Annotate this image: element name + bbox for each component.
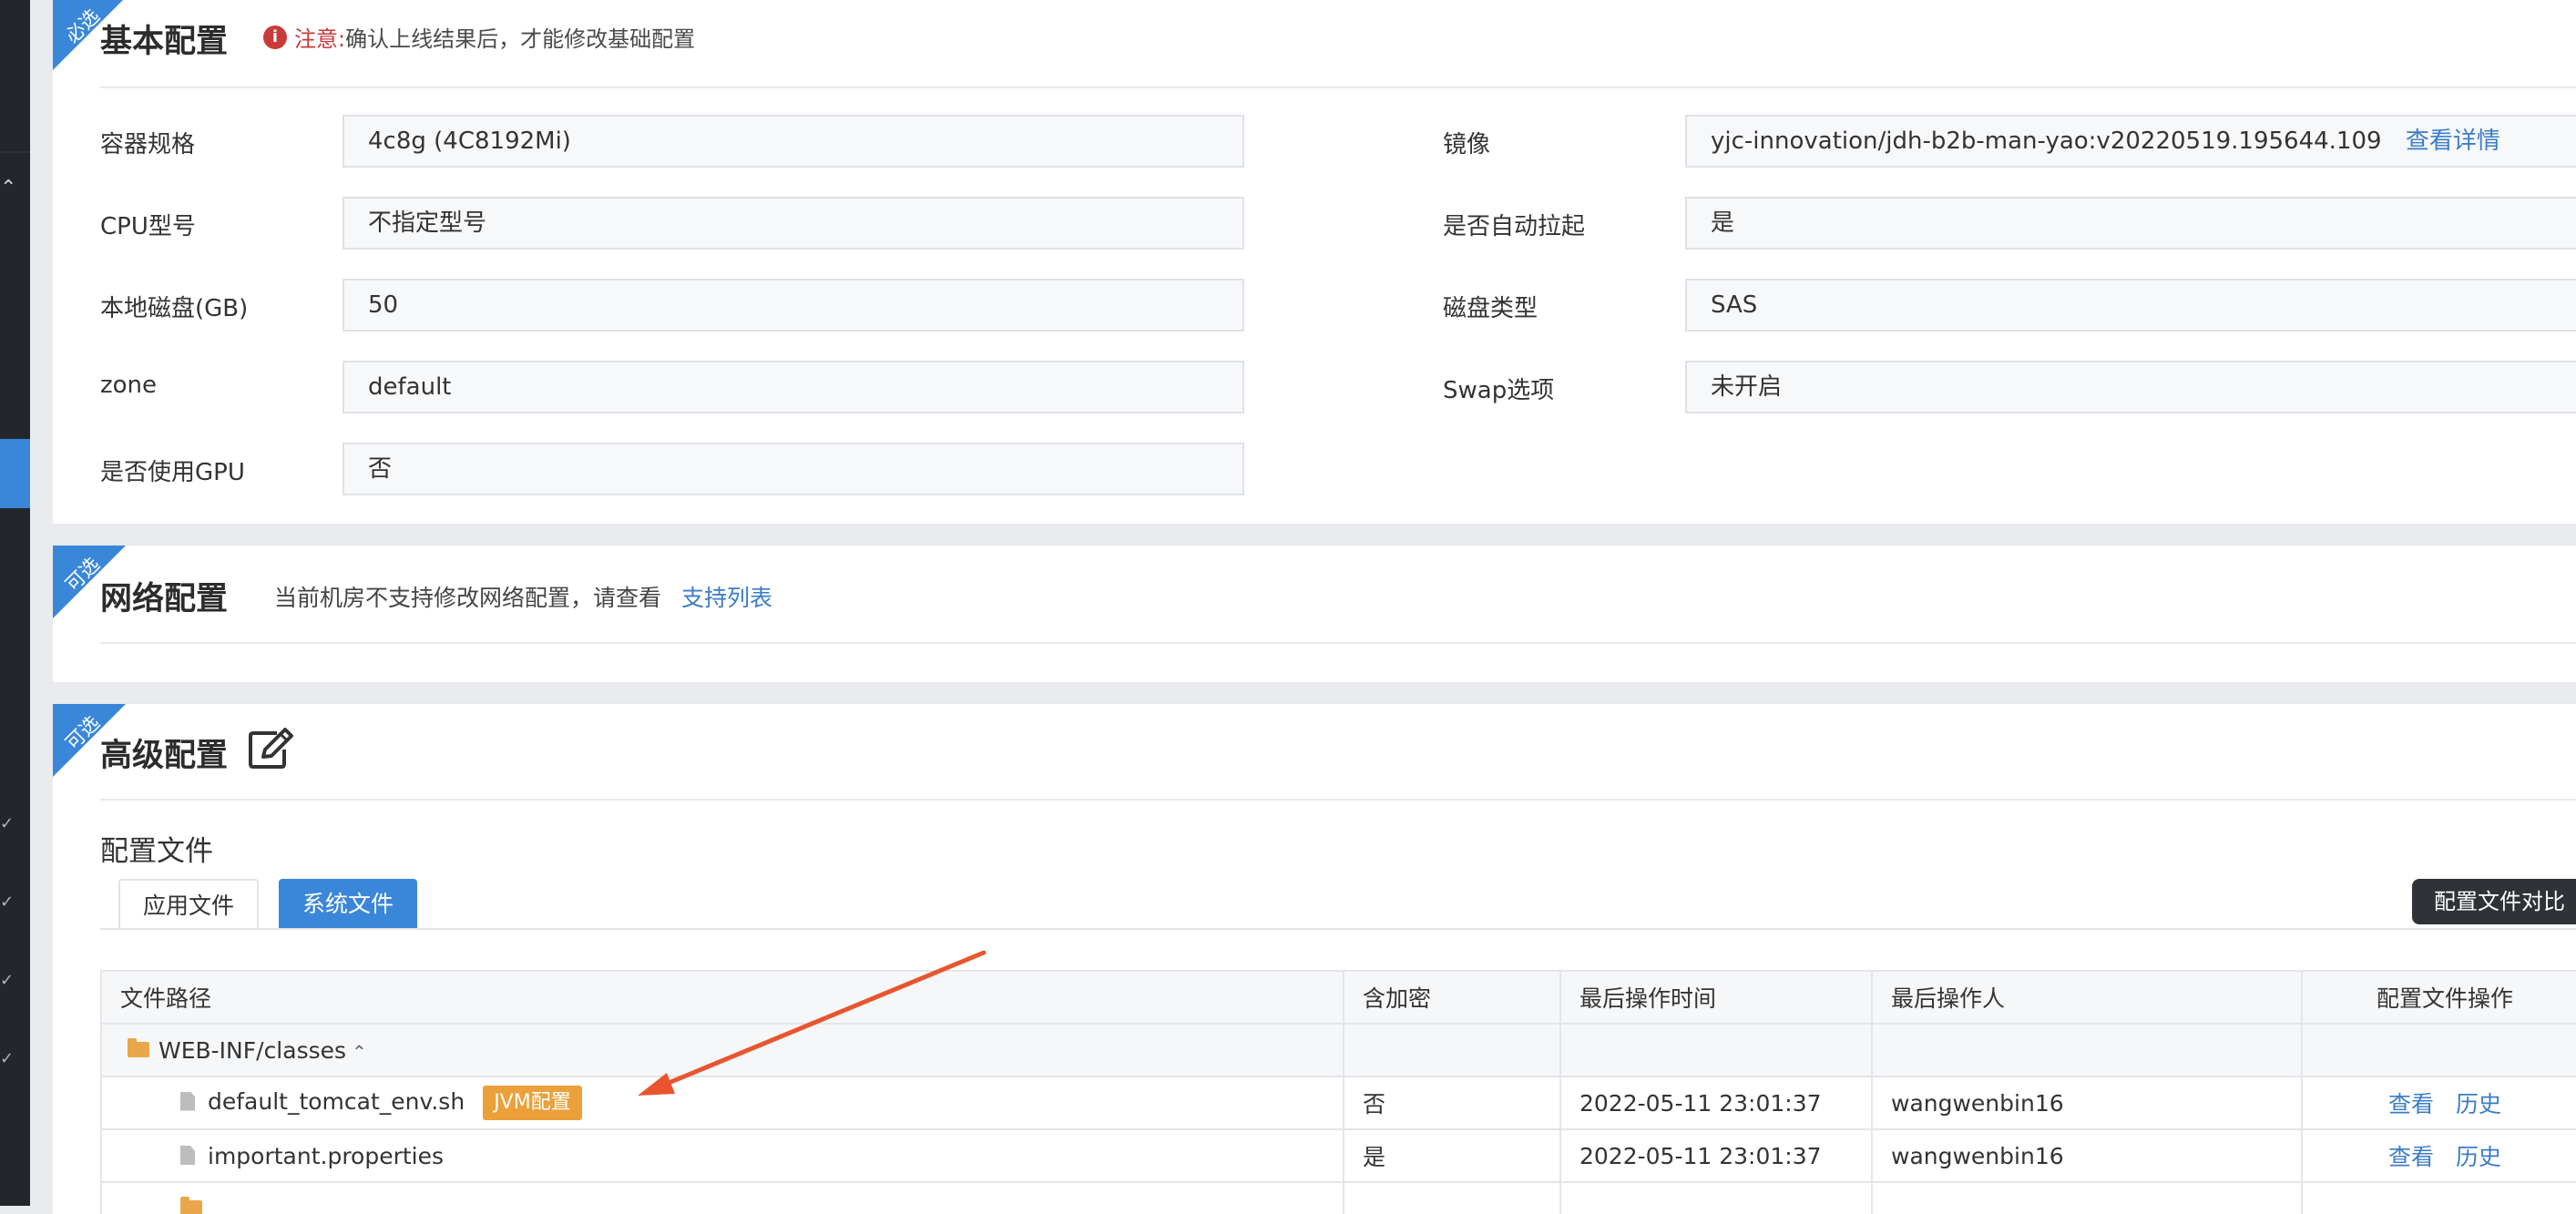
history-link[interactable]: 历史 (2456, 1144, 2501, 1170)
table-cell (1559, 1181, 1873, 1214)
col-header-operator: 最后操作人 (1871, 970, 2303, 1025)
folder-icon (128, 1038, 149, 1057)
left-sidebar: ⌃ ✓ ✓ ✓ ✓ (0, 0, 30, 1206)
check-icon: ✓ (0, 893, 15, 912)
config-file-table: 文件路径 含加密 最后操作时间 最后操作人 配置文件操作 WEB-INF/cla… (100, 970, 2576, 1214)
edit-icon[interactable] (248, 728, 295, 770)
tab-app-files[interactable]: 应用文件 (118, 879, 259, 930)
chevron-up-icon[interactable]: ⌃ (0, 179, 16, 199)
file-name: default_tomcat_env.sh (208, 1088, 465, 1115)
image-field: yjc-innovation/jdh-b2b-man-yao:v20220519… (1685, 115, 2576, 168)
view-link[interactable]: 查看 (2388, 1144, 2434, 1170)
sidebar-divider (0, 151, 30, 153)
table-row (100, 1181, 2576, 1214)
section-title: 基本配置 (100, 24, 229, 60)
container-spec-field: 4c8g (4C8192Mi) (342, 115, 1244, 168)
basic-config-card: 必选 基本配置 i 注意: 确认上线结果后，才能修改基础配置 容器规格 4c8g… (53, 0, 2576, 524)
file-name: important.properties (208, 1142, 445, 1169)
field-label-zone: zone (100, 372, 158, 399)
section-title: 网络配置 (100, 581, 229, 617)
col-header-encrypted: 含加密 (1343, 970, 1561, 1025)
folder-name: WEB-INF/classes (158, 1036, 347, 1064)
notice-text: 确认上线结果后，才能修改基础配置 (345, 26, 696, 52)
file-icon (180, 1146, 195, 1165)
encrypted-cell: 否 (1343, 1076, 1561, 1130)
time-cell: 2022-05-11 23:01:37 (1559, 1128, 1873, 1183)
file-name-cell: important.properties (100, 1128, 1344, 1183)
field-label-auto-restart: 是否自动拉起 (1443, 213, 1586, 240)
folder-cell[interactable]: WEB-INF/classes ⌃ (100, 1023, 1344, 1077)
image-value: yjc-innovation/jdh-b2b-man-yao:v20220519… (1711, 128, 2382, 155)
advanced-config-card: 可选 高级配置 配置文件 应用文件 系统文件 配置文件对比 文件路径 含加密 最… (53, 703, 2576, 1214)
table-cell (1559, 1023, 1873, 1077)
zone-field: default (342, 361, 1244, 413)
view-details-link[interactable]: 查看详情 (2406, 128, 2500, 155)
operator-cell: wangwenbin16 (1871, 1128, 2303, 1183)
encrypted-cell: 是 (1343, 1128, 1561, 1183)
section-title: 高级配置 (100, 738, 229, 774)
table-cell (1343, 1181, 1561, 1214)
sidebar-active-item[interactable] (0, 439, 30, 508)
info-circle-icon: i (263, 25, 287, 49)
support-list-link[interactable]: 支持列表 (681, 585, 772, 611)
compare-config-button[interactable]: 配置文件对比 (2412, 879, 2576, 924)
field-label-local-disk: 本地磁盘(GB) (100, 295, 249, 322)
actions-cell: 查看 历史 (2301, 1076, 2576, 1130)
field-label-swap: Swap选项 (1443, 377, 1555, 404)
col-header-actions: 配置文件操作 (2301, 970, 2576, 1025)
check-icon: ✓ (0, 814, 15, 833)
notice: i 注意: 确认上线结果后，才能修改基础配置 (263, 21, 695, 53)
file-name-cell (100, 1181, 1344, 1214)
table-row: default_tomcat_env.sh JVM配置 否 2022-05-11 … (100, 1076, 2576, 1130)
table-cell (1871, 1023, 2303, 1077)
table-header-row: 文件路径 含加密 最后操作时间 最后操作人 配置文件操作 (100, 970, 2576, 1025)
check-icon: ✓ (0, 1049, 15, 1068)
swap-field: 未开启 (1685, 361, 2576, 413)
tabs-underline (100, 928, 2576, 930)
divider (100, 87, 2576, 88)
field-label-cpu-model: CPU型号 (100, 213, 196, 240)
check-icon: ✓ (0, 971, 15, 990)
local-disk-field: 50 (342, 279, 1244, 332)
field-label-disk-type: 磁盘类型 (1443, 295, 1538, 322)
table-cell (1343, 1023, 1561, 1077)
gpu-field: 否 (342, 443, 1244, 495)
folder-row[interactable]: WEB-INF/classes ⌃ (100, 1023, 2576, 1077)
field-label-gpu: 是否使用GPU (100, 459, 245, 486)
col-header-path: 文件路径 (100, 970, 1344, 1025)
file-icon (180, 1091, 195, 1111)
network-message-text: 当前机房不支持修改网络配置，请查看 (274, 585, 662, 611)
folder-icon (180, 1197, 202, 1214)
actions-cell: 查看 历史 (2301, 1128, 2576, 1183)
history-link[interactable]: 历史 (2456, 1091, 2501, 1117)
col-header-time: 最后操作时间 (1559, 970, 1873, 1025)
divider (100, 799, 2576, 801)
file-name-cell: default_tomcat_env.sh JVM配置 (100, 1076, 1344, 1130)
config-files-heading: 配置文件 (100, 835, 213, 868)
table-cell (2301, 1023, 2576, 1077)
network-config-card: 可选 网络配置 当前机房不支持修改网络配置，请查看 支持列表 (53, 545, 2576, 682)
view-link[interactable]: 查看 (2388, 1091, 2434, 1117)
auto-restart-field: 是 (1685, 197, 2576, 250)
tab-system-files[interactable]: 系统文件 (279, 879, 417, 930)
table-cell (1871, 1181, 2303, 1214)
network-message: 当前机房不支持修改网络配置，请查看 支持列表 (274, 580, 772, 613)
table-row: important.properties 是 2022-05-11 23:01:… (100, 1128, 2576, 1183)
operator-cell: wangwenbin16 (1871, 1076, 2303, 1130)
notice-tag: 注意: (294, 26, 346, 52)
time-cell: 2022-05-11 23:01:37 (1559, 1076, 1873, 1130)
disk-type-field: SAS (1685, 279, 2576, 332)
chevron-up-icon[interactable]: ⌃ (352, 1041, 367, 1063)
jvm-config-badge: JVM配置 (483, 1086, 582, 1120)
cpu-model-field: 不指定型号 (342, 197, 1244, 250)
table-cell (2301, 1181, 2576, 1214)
field-label-container-spec: 容器规格 (100, 131, 196, 158)
divider (100, 642, 2576, 644)
field-label-image: 镜像 (1443, 131, 1491, 158)
